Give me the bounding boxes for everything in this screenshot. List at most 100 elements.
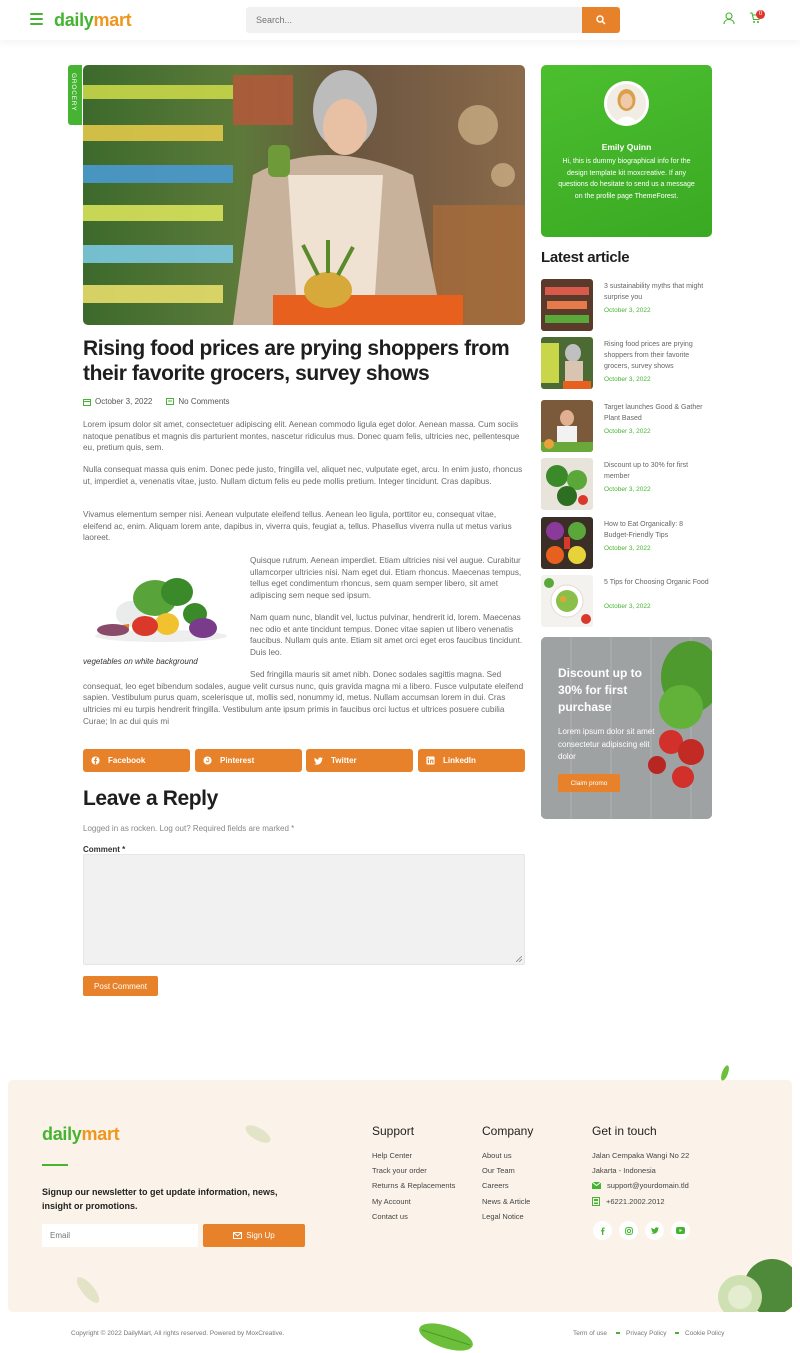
latest-article-item[interactable]: How to Eat Organically: 8 Budget-Friendl…: [541, 517, 712, 569]
twitter-icon: [650, 1227, 659, 1234]
copyright-text: Copyright © 2022 DailyMart, All rights r…: [71, 1330, 285, 1337]
contact-phone[interactable]: +6221.2002.2012: [592, 1197, 665, 1206]
contact-email[interactable]: support@yourdomain.tld: [592, 1181, 689, 1190]
social-facebook[interactable]: [593, 1221, 612, 1240]
facebook-icon: [601, 1227, 605, 1235]
claim-promo-button[interactable]: Claim promo: [558, 774, 620, 792]
author-bio: Hi, this is dummy biographical info for …: [558, 158, 695, 201]
footer-link[interactable]: My Account: [372, 1197, 411, 1206]
article-paragraph: Quisque rutrum. Aenean imperdiet. Etiam …: [250, 556, 522, 601]
share-pinterest-button[interactable]: Pinterest: [195, 749, 302, 772]
promo-banner: Discount up to 30% for first purchase Lo…: [541, 637, 712, 819]
footer-link[interactable]: Legal Notice: [482, 1212, 524, 1221]
site-logo[interactable]: dailymart: [54, 10, 132, 31]
contact-heading: Get in touch: [592, 1124, 657, 1138]
share-label: Facebook: [108, 756, 146, 765]
footer-logo[interactable]: dailymart: [42, 1124, 120, 1145]
article-thumbnail[interactable]: [541, 517, 593, 569]
share-linkedin-button[interactable]: LinkedIn: [418, 749, 525, 772]
footer-link[interactable]: Help Center: [372, 1151, 412, 1160]
article-title-link[interactable]: Discount up to 30% for first member: [604, 460, 709, 482]
article-thumbnail[interactable]: [541, 458, 593, 510]
menu-icon[interactable]: [30, 13, 43, 25]
article-paragraph: Nam quam nunc, blandit vel, luctus pulvi…: [250, 613, 523, 658]
site-footer: dailymart Signup our newsletter to get u…: [8, 1080, 792, 1312]
legal-link[interactable]: Privacy Policy: [626, 1330, 666, 1337]
company-heading: Company: [482, 1124, 534, 1138]
article-title-link[interactable]: 3 sustainability myths that might surpri…: [604, 281, 709, 303]
article-paragraph: Lorem ipsum dolor sit amet, consectetuer…: [83, 420, 520, 453]
instagram-icon: [624, 1226, 633, 1235]
latest-article-item[interactable]: Target launches Good & Gather Plant Base…: [541, 400, 712, 452]
latest-article-item[interactable]: 3 sustainability myths that might surpri…: [541, 279, 712, 331]
resize-handle-icon[interactable]: [516, 956, 522, 962]
footer-link[interactable]: Track your order: [372, 1166, 427, 1175]
footer-link[interactable]: Careers: [482, 1181, 509, 1190]
legal-link[interactable]: Term of use: [573, 1330, 607, 1337]
comment-icon: [166, 397, 175, 405]
user-icon[interactable]: [723, 12, 735, 25]
leaf-decoration-icon: [419, 1323, 473, 1351]
social-instagram[interactable]: [619, 1221, 638, 1240]
author-name: Emily Quinn: [601, 142, 652, 152]
social-twitter[interactable]: [645, 1221, 664, 1240]
article-meta: October 3, 2022 No Comments: [83, 397, 230, 406]
footer-link[interactable]: Our Team: [482, 1166, 515, 1175]
promo-title: Discount up to 30% for first purchase: [558, 666, 642, 714]
article-thumbnail[interactable]: [541, 279, 593, 331]
envelope-icon: [592, 1182, 601, 1189]
leaf-decoration-icon: [721, 1065, 729, 1081]
latest-article-item[interactable]: 5 Tips for Choosing Organic Food October…: [541, 575, 712, 627]
comment-textarea[interactable]: [83, 854, 525, 965]
share-facebook-button[interactable]: Facebook: [83, 749, 190, 772]
footer-link[interactable]: About us: [482, 1151, 512, 1160]
article-paragraph: Vivamus elementum semper nisi. Aenean vu…: [83, 510, 512, 543]
logged-in-text: Logged in as rocken. Log out? Required f…: [83, 824, 295, 833]
share-twitter-button[interactable]: Twitter: [306, 749, 413, 772]
phone-icon: [592, 1197, 600, 1206]
image-caption: vegetables on white background: [83, 657, 198, 666]
category-tag[interactable]: GROCERY: [68, 65, 82, 125]
footer-link[interactable]: Contact us: [372, 1212, 408, 1221]
latest-article-heading: Latest article: [541, 249, 630, 266]
article-comments-link[interactable]: No Comments: [178, 397, 229, 406]
article-thumbnail[interactable]: [541, 337, 593, 389]
social-youtube[interactable]: [671, 1221, 690, 1240]
legal-separator: [675, 1332, 679, 1334]
article-title-link[interactable]: Target launches Good & Gather Plant Base…: [604, 402, 709, 424]
legal-link[interactable]: Cookie Policy: [685, 1330, 724, 1337]
post-comment-button[interactable]: Post Comment: [83, 976, 158, 996]
article-date: October 3, 2022: [95, 397, 153, 406]
article-date: October 3, 2022: [604, 376, 651, 383]
logo-text-mart: mart: [93, 10, 132, 30]
author-avatar[interactable]: [604, 81, 649, 126]
cart-count-badge: 0: [756, 10, 765, 19]
article-title-link[interactable]: Rising food prices are prying shoppers f…: [604, 339, 709, 372]
article-paragraph: Nulla consequat massa quis enim. Donec p…: [83, 465, 523, 486]
search-bar: [246, 7, 620, 33]
newsletter-signup-button[interactable]: Sign Up: [203, 1224, 305, 1247]
newsletter-email-input[interactable]: [42, 1224, 198, 1247]
footer-link[interactable]: Returns & Replacements: [372, 1181, 455, 1190]
logo-text-daily: daily: [42, 1124, 82, 1144]
article-hero-image: [83, 65, 525, 325]
search-input[interactable]: [246, 7, 582, 33]
phone-text: +6221.2002.2012: [606, 1197, 665, 1206]
article-thumbnail[interactable]: [541, 400, 593, 452]
article-thumbnail[interactable]: [541, 575, 593, 627]
latest-article-item[interactable]: Discount up to 30% for first member Octo…: [541, 458, 712, 510]
article-date: October 3, 2022: [604, 486, 651, 493]
article-title-link[interactable]: 5 Tips for Choosing Organic Food: [604, 577, 709, 588]
cabbage-decoration-icon: [718, 1259, 792, 1312]
article-date: October 3, 2022: [604, 603, 651, 610]
search-button[interactable]: [582, 7, 620, 33]
linkedin-icon: [426, 756, 435, 765]
address-line: Jalan Cempaka Wangi No 22: [592, 1151, 690, 1160]
article-title-link[interactable]: How to Eat Organically: 8 Budget-Friendl…: [604, 519, 709, 541]
footer-link[interactable]: News & Article: [482, 1197, 530, 1206]
vegetables-image: [83, 556, 239, 656]
address-line: Jakarta - Indonesia: [592, 1166, 656, 1175]
latest-article-item[interactable]: Rising food prices are prying shoppers f…: [541, 337, 712, 389]
facebook-icon: [91, 756, 100, 765]
leaf-decoration-icon: [245, 1125, 271, 1143]
